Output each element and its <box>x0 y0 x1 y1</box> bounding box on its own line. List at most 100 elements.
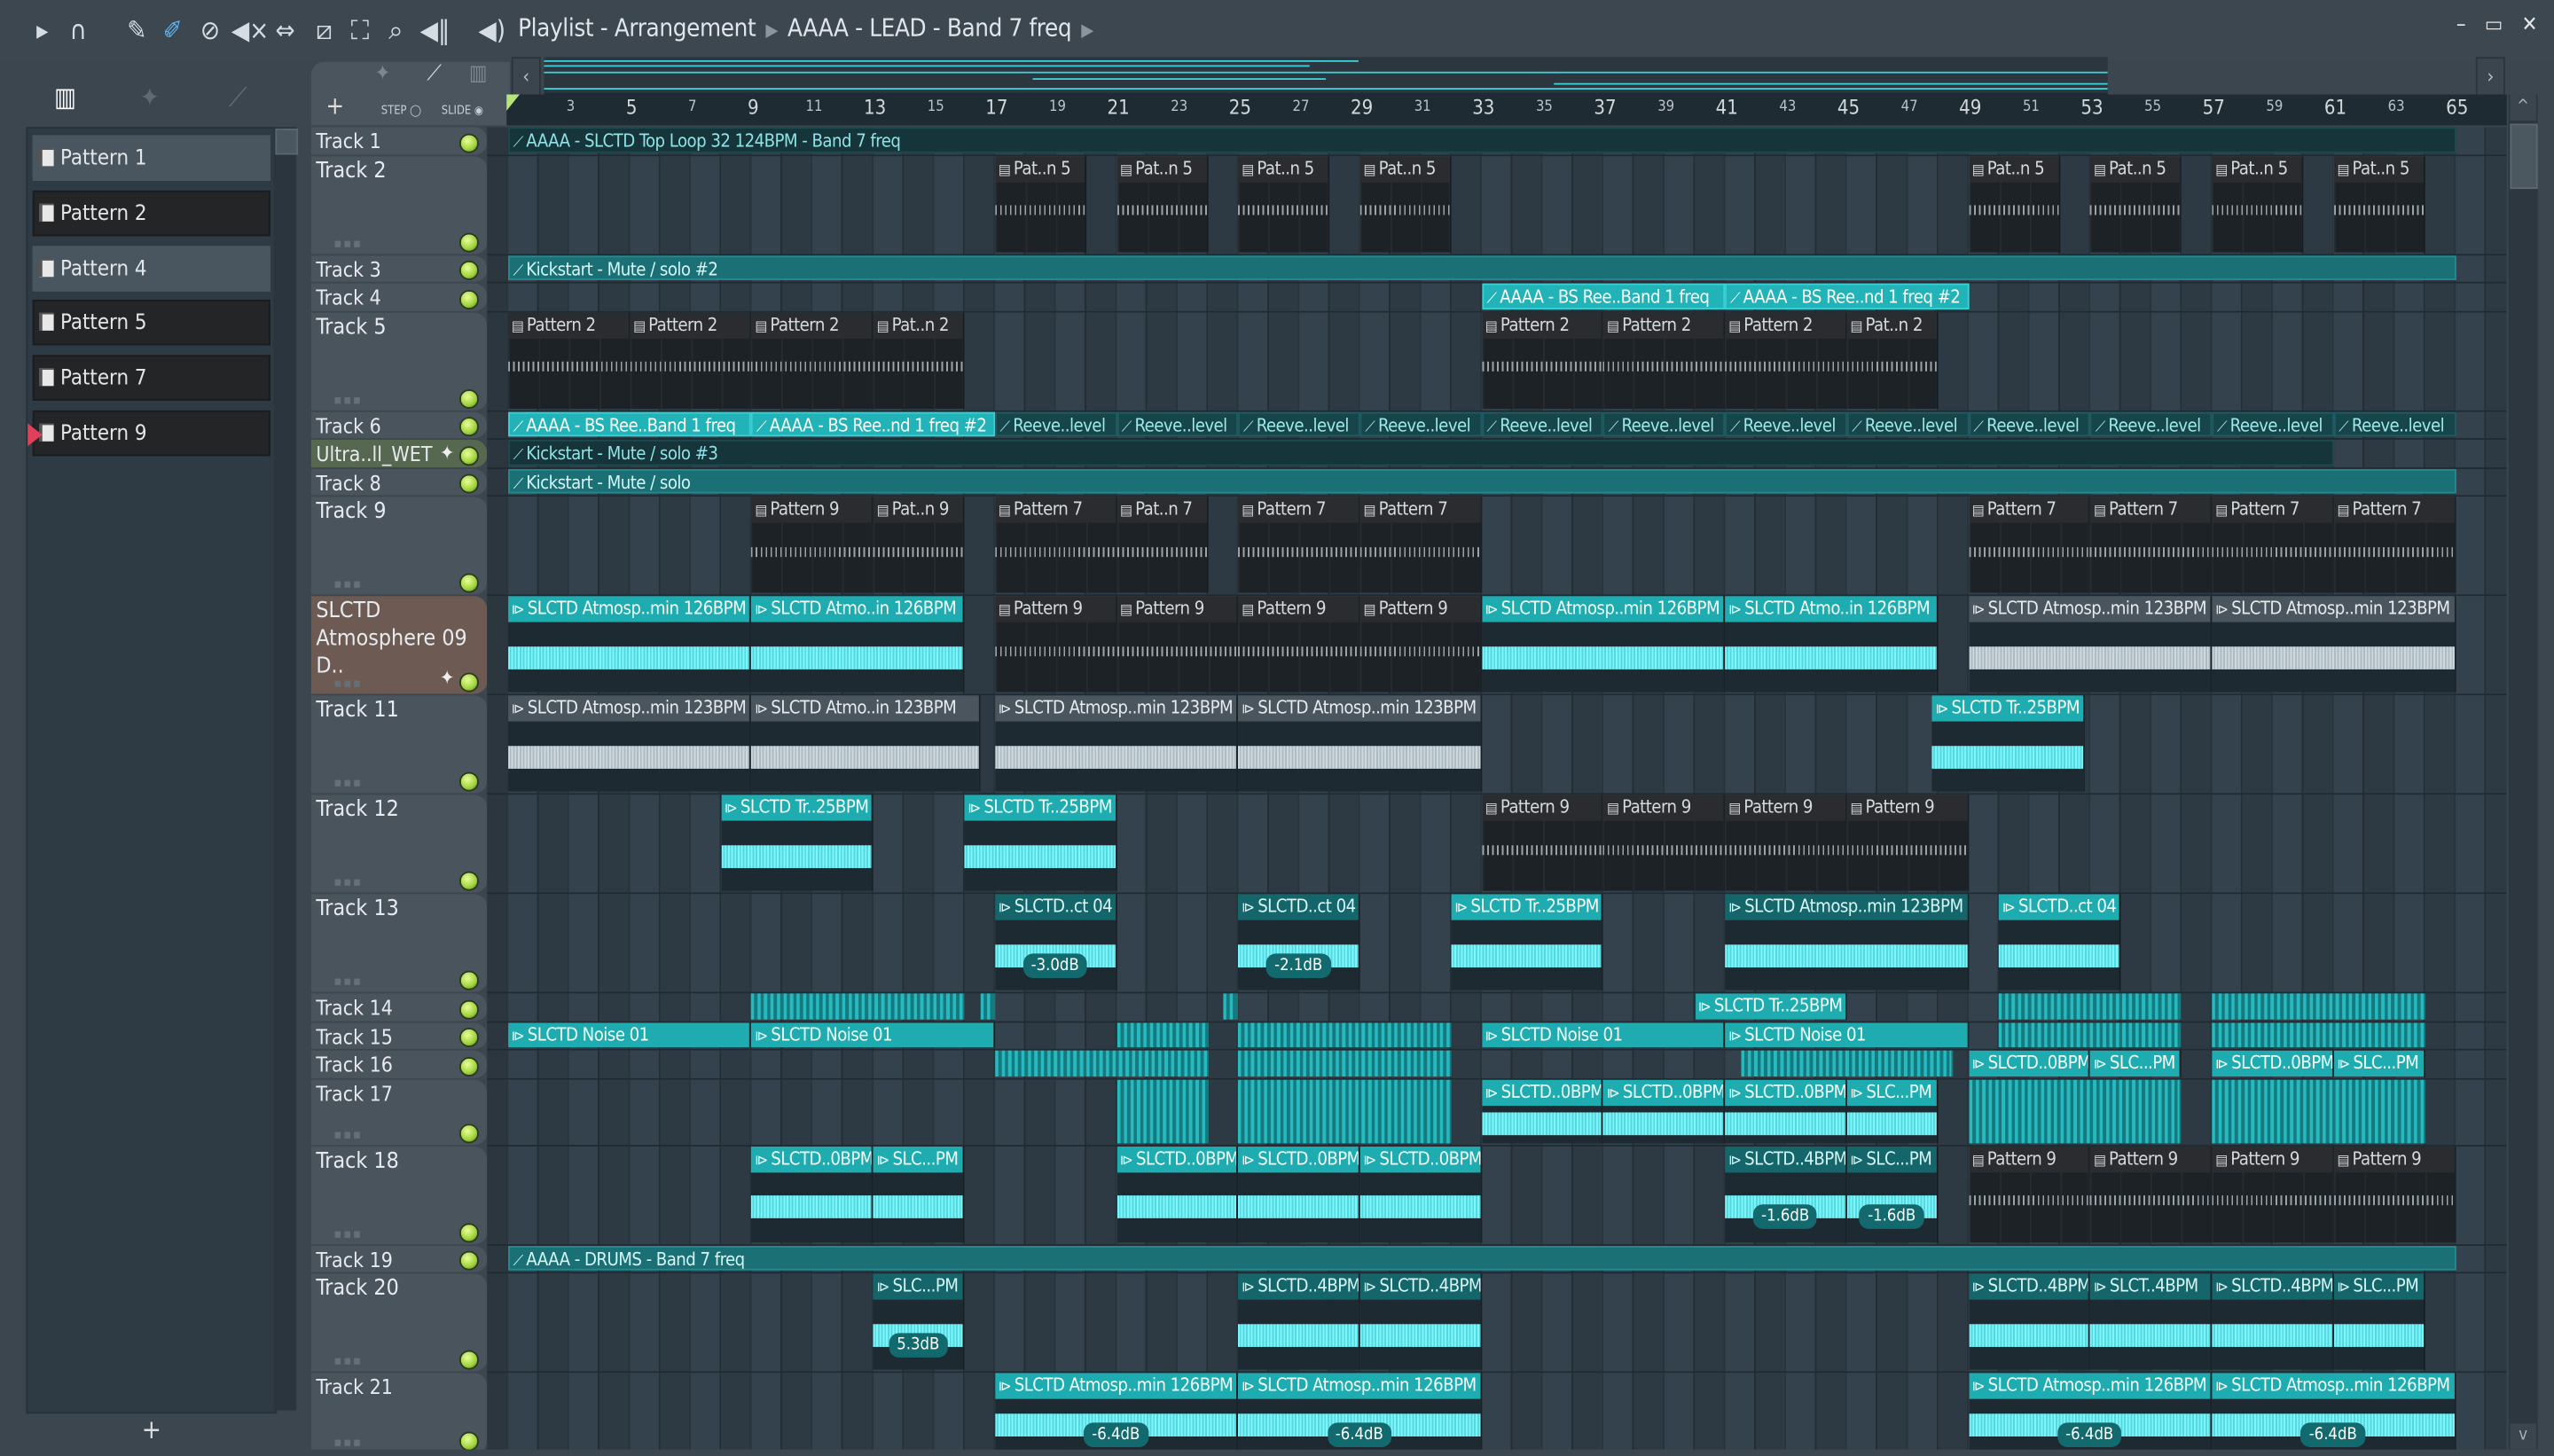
track-mute-led[interactable] <box>458 970 480 990</box>
track-name[interactable]: Track 14 <box>316 993 393 1021</box>
track-mute-led[interactable] <box>458 445 480 466</box>
pattern-clip[interactable]: ▤ Pattern 9 <box>2212 1146 2334 1242</box>
track-mute-led[interactable] <box>458 871 480 891</box>
audio-clip[interactable]: ⧐ SLCTD..4BPM -1.6dB <box>1725 1146 1847 1242</box>
pattern-clip[interactable]: ▤ Pattern 7 <box>1359 497 1482 593</box>
track-name[interactable]: Track 13 <box>316 896 398 923</box>
pattern-clip[interactable]: ▤ Pattern 9 <box>1968 1146 2091 1242</box>
pattern-clip[interactable]: ▤ Pattern 2 <box>1603 311 1726 409</box>
audio-clip[interactable]: ⧐ SLCTD Atmosp..min 126BPM -6.4dB <box>995 1373 1239 1450</box>
track-name[interactable]: Track 11 <box>316 697 398 724</box>
track-name[interactable]: Track 3 <box>316 254 380 282</box>
audio-clip-compact[interactable] <box>2212 1078 2425 1143</box>
automation-clip[interactable]: ⟋ Kickstart - Mute / solo <box>508 468 2456 494</box>
audio-clip[interactable]: ⧐ SLCTD..0BPM <box>2212 1050 2334 1076</box>
track-mute-led[interactable] <box>458 1431 480 1450</box>
audio-clip[interactable]: ⧐ SLCTD..4BPM <box>1238 1273 1360 1370</box>
audio-clip[interactable]: ⧐ SLCTD Atmo..in 126BPM <box>751 596 965 693</box>
audio-clip[interactable]: ⧐ SLCT..4BPM <box>2090 1273 2213 1370</box>
audio-clip[interactable]: ⧐ SLCTD..0BPM <box>1359 1146 1482 1242</box>
slip-tool-icon[interactable]: ⇔ <box>269 15 302 48</box>
track-name[interactable]: Track 18 <box>316 1147 398 1175</box>
select-tool-icon[interactable]: ⛶ <box>344 15 377 48</box>
audio-clip[interactable]: ⧐ SLCTD..0BPM <box>1116 1146 1239 1242</box>
automation-clip[interactable]: ⟋ AAAA - DRUMS - Band 7 freq <box>508 1245 2456 1271</box>
audio-clip[interactable]: ⧐ SLCTD Atmo..in 126BPM <box>1725 596 1939 693</box>
automation-clip[interactable]: ⟋ Reeve..level <box>2333 411 2456 437</box>
magnet-snap-icon[interactable]: ∩ <box>62 15 95 48</box>
track-lane[interactable]: ⧐ SLCTD Atmosp..min 126BPM -6.4dB ⧐ SLCTD At… <box>506 1373 2507 1450</box>
audio-clip[interactable]: ⧐ SLCTD Noise 01 <box>1481 1022 1726 1048</box>
track-header[interactable]: Track 14 <box>310 993 488 1022</box>
overview-scroll-right[interactable]: › <box>2475 57 2505 97</box>
automation-clip[interactable]: ⟋ AAAA - BS Ree..nd 1 freq #2 <box>751 411 996 437</box>
audio-clip[interactable]: ⧐ SLC...PM <box>873 1146 965 1242</box>
track-name[interactable]: Track 17 <box>316 1079 393 1107</box>
audio-clip[interactable]: ⧐ SLCTD Atmosp..min 123BPM <box>1238 695 1482 792</box>
pattern-clip[interactable]: ▤ Pattern 9 <box>2090 1146 2213 1242</box>
track-mute-led[interactable] <box>458 132 480 153</box>
audio-clip[interactable]: ⧐ SLC...PM <box>2333 1273 2425 1370</box>
audio-clip[interactable]: ⧐ SLCTD..0BPM <box>1481 1078 1604 1143</box>
piano-icon[interactable]: ▥ <box>469 62 487 87</box>
audio-clip[interactable]: ⧐ SLC...PM <box>2333 1050 2425 1076</box>
track-mute-led[interactable] <box>458 388 480 409</box>
pattern-clip[interactable]: ▤ Pattern 9 <box>1603 795 1726 891</box>
track-name[interactable]: Track 20 <box>316 1275 398 1303</box>
track-name[interactable]: Track 12 <box>316 796 398 824</box>
pattern-clip[interactable]: ▤ Pat..n 2 <box>873 311 965 409</box>
automation-clip[interactable]: ⟋ AAAA - BS Ree..Band 1 freq <box>1481 283 1726 309</box>
audio-clip[interactable]: ⧐ SLCTD Tr..25BPM <box>1931 695 2085 792</box>
track-resize-handle[interactable]: ▪▪▪ <box>334 1353 363 1368</box>
audio-clip[interactable]: ⧐ SLCTD Atmo..in 123BPM <box>751 695 980 792</box>
track-mute-led[interactable] <box>458 1027 480 1048</box>
track-lane[interactable]: ⟋ Kickstart - Mute / solo #2 <box>506 254 2507 284</box>
track-name[interactable]: Track 2 <box>316 157 386 184</box>
track-mute-led[interactable] <box>458 231 480 252</box>
track-lane[interactable]: ⧐ SLCTD..0BPM ⧐ SLC...PM ⧐ SLCTD..0BPM ⧐ SLCTD.… <box>506 1146 2507 1246</box>
scroll-thumb[interactable] <box>2510 123 2538 190</box>
clip-volume-badge[interactable]: -6.4dB <box>2300 1422 2365 1447</box>
track-header[interactable]: Track 12 ▪▪▪ <box>310 795 488 895</box>
track-mute-led[interactable] <box>458 260 480 280</box>
automation-clip[interactable]: ⟋ Reeve..level <box>1846 411 1969 437</box>
timeline-ruler[interactable]: 3 5 7 9 11 13 15 17 19 21 23 25 27 29 31 33 35 37 39 41 43 45… <box>506 94 2507 126</box>
clip-volume-badge[interactable]: -1.6dB <box>1752 1204 1818 1229</box>
automation-clip[interactable]: ⟋ Kickstart - Mute / solo #3 <box>508 439 2334 466</box>
track-mute-led[interactable] <box>458 474 480 494</box>
add-track-button[interactable]: + <box>325 91 344 121</box>
track-mute-led[interactable] <box>458 417 480 437</box>
audio-clip[interactable]: ⧐ SLCTD Atmosp..min 126BPM <box>508 596 752 693</box>
audio-clip[interactable]: ⧐ SLCTD Tr..25BPM <box>1451 894 1604 990</box>
audio-clip-compact[interactable] <box>995 1050 1209 1076</box>
audio-clip[interactable]: ⧐ SLCTD Noise 01 <box>1725 1022 1969 1048</box>
track-name[interactable]: Track 9 <box>316 498 386 526</box>
audio-clip-compact[interactable] <box>979 993 995 1019</box>
track-mute-led[interactable] <box>458 1123 480 1143</box>
automation-clip[interactable]: ⟋ Reeve..level <box>1116 411 1239 437</box>
track-lane[interactable]: ⧐ SLCTD Tr..25BPM <box>506 993 2507 1022</box>
track-header[interactable]: Track 11 ▪▪▪ <box>310 695 488 795</box>
track-header[interactable]: Track 6 <box>310 411 488 440</box>
track-lane[interactable]: ⧐ SLCTD Atmosp..min 126BPM ⧐ SLCTD Atmo..in… <box>506 596 2507 696</box>
automation-clip[interactable]: ⟋ AAAA - BS Ree..nd 1 freq #2 <box>1725 283 1969 309</box>
pattern-clip[interactable]: ▤ Pat..n 7 <box>1116 497 1209 593</box>
audio-clip[interactable]: ⧐ SLCTD Tr..25BPM <box>964 795 1117 891</box>
automation-clip[interactable]: ⟋ Reeve..level <box>2090 411 2213 437</box>
audio-clip[interactable]: ⧐ SLC...PM <box>1846 1078 1939 1143</box>
track-lane[interactable]: ⟋ AAAA - BS Ree..Band 1 freq ⟋ AAAA - BS Re… <box>506 283 2507 312</box>
track-lane[interactable]: ⟋ Kickstart - Mute / solo <box>506 468 2507 497</box>
track-header[interactable]: Track 19 <box>310 1245 488 1274</box>
audio-clip[interactable]: ⧐ SLCTD..0BPM <box>1725 1078 1847 1143</box>
audio-clip[interactable]: ⧐ SLCTD Atmosp..min 123BPM <box>508 695 752 792</box>
track-lane[interactable]: ⧐ SLCTD Noise 01 ⧐ SLCTD Noise 01 ⧐ SLCTD Noi… <box>506 1022 2507 1051</box>
pattern-clip[interactable]: ▤ Pat..n 5 <box>995 155 1086 252</box>
audio-clip[interactable]: ⧐ SLCTD..0BPM <box>1238 1146 1360 1242</box>
track-header[interactable]: SLCTD Atmosphere 09 D.. ✦ ▪▪▪ <box>310 596 488 696</box>
overview-scroll-left[interactable]: ‹ <box>511 57 541 97</box>
audio-clip[interactable]: ⧐ SLCTD Atmosp..min 123BPM <box>1968 596 2213 693</box>
track-name[interactable]: Track 19 <box>316 1245 393 1272</box>
track-header[interactable]: Track 17 ▪▪▪ <box>310 1078 488 1147</box>
track-name[interactable]: Track 5 <box>316 314 386 341</box>
track-header[interactable]: Track 9 ▪▪▪ <box>310 497 488 597</box>
